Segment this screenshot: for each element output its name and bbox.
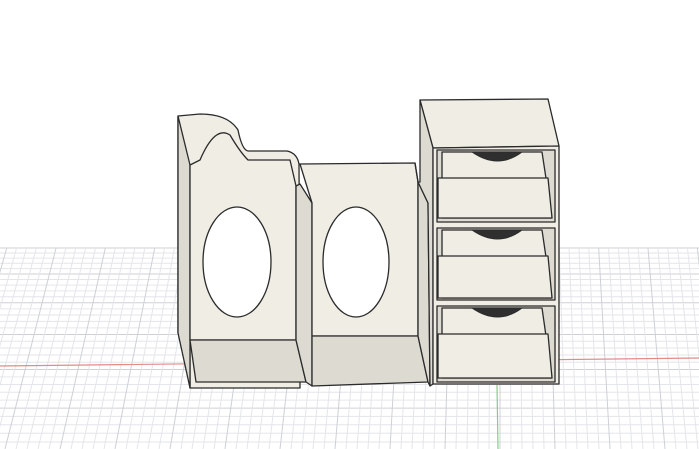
drawer-1[interactable]: [436, 149, 556, 223]
viewport-canvas[interactable]: [0, 0, 699, 449]
middle-oval-hole: [322, 206, 390, 318]
left-oval-hole: [202, 206, 272, 318]
drawer-3[interactable]: [436, 305, 556, 383]
desk-organizer-model[interactable]: [177, 98, 560, 389]
3d-viewport[interactable]: [0, 0, 699, 449]
cabinet-top[interactable]: [419, 98, 560, 149]
left-side-edge[interactable]: [177, 115, 191, 389]
drawer-2[interactable]: [436, 227, 556, 301]
left-floor: [189, 339, 307, 383]
middle-floor: [311, 335, 429, 387]
y-axis-line: [496, 384, 499, 449]
